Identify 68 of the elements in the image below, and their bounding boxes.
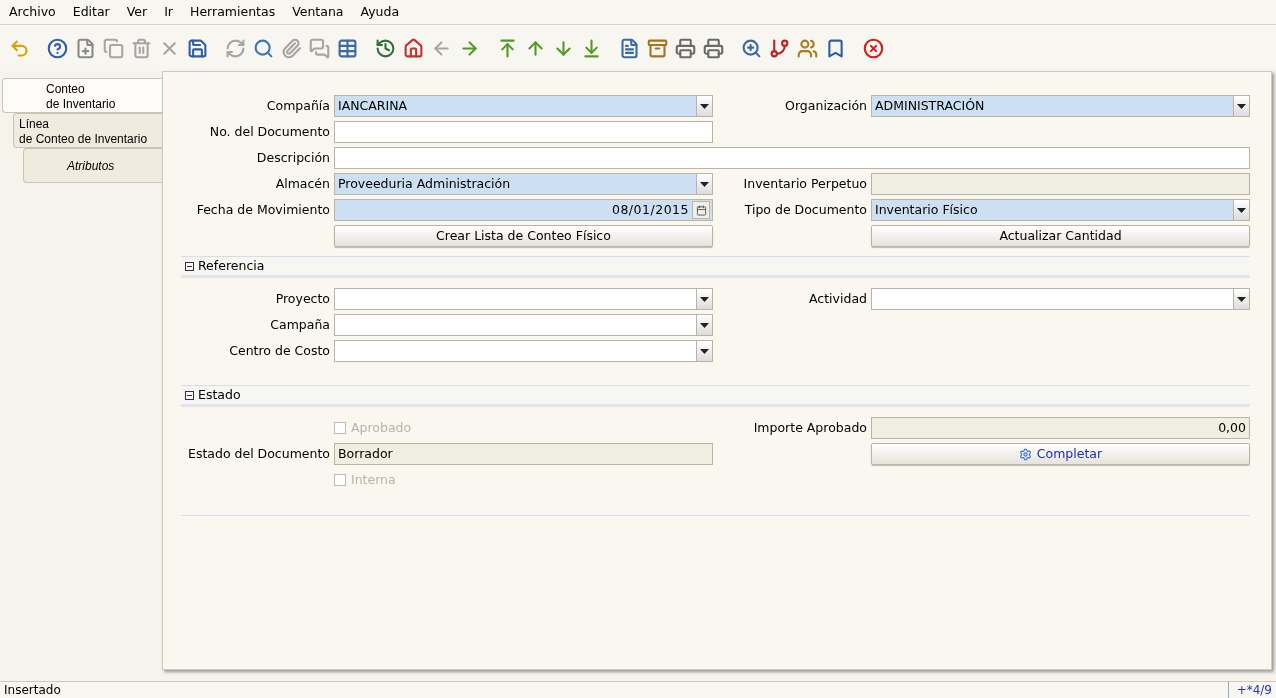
readonly-field: 0,00	[871, 417, 1250, 439]
close-icon[interactable]	[861, 36, 885, 60]
field-label: No. del Documento	[208, 122, 330, 141]
collapse-icon	[185, 390, 194, 400]
record-indicator: +*4/9	[1227, 681, 1276, 698]
caret-icon	[700, 322, 709, 328]
dropdown-button[interactable]	[1233, 289, 1249, 309]
collapse-icon	[185, 261, 194, 271]
dropdown-field[interactable]	[334, 288, 713, 310]
field-label: Inventario Perpetuo	[742, 174, 867, 193]
section-header[interactable]: Referencia	[181, 256, 1250, 278]
caret-icon	[1237, 207, 1246, 213]
caret-icon	[700, 348, 709, 354]
menu-item[interactable]: Archivo	[9, 2, 56, 22]
text-field[interactable]	[334, 121, 713, 143]
caret-icon	[1237, 103, 1246, 109]
caret-icon	[700, 103, 709, 109]
readonly-field: Borrador	[334, 443, 713, 465]
dropdown-button[interactable]	[696, 289, 712, 309]
dropdown-field[interactable]: ADMINISTRACIÓN	[871, 95, 1250, 117]
dropdown-field[interactable]: Proveeduria Administración	[334, 173, 713, 195]
field-label: Estado del Documento	[187, 444, 330, 463]
action-button[interactable]: Crear Lista de Conteo Físico	[334, 225, 713, 247]
dropdown-button[interactable]	[696, 96, 712, 116]
field-label: Organización	[784, 96, 867, 115]
dropdown-field[interactable]	[334, 314, 713, 336]
field-label: Fecha de Movimiento	[195, 200, 330, 219]
status-message: Insertado	[3, 682, 62, 698]
field-label: Proyecto	[274, 289, 330, 308]
menu-item[interactable]: Ver	[126, 2, 148, 22]
menu-item[interactable]: Ventana	[292, 2, 344, 22]
dropdown-field[interactable]: IANCARINA	[334, 95, 713, 117]
dropdown-field[interactable]: Inventario Físico	[871, 199, 1250, 221]
process-button[interactable]: Completar	[871, 443, 1250, 465]
date-field[interactable]: 08/01/2015	[334, 199, 713, 221]
menu-item[interactable]: Ir	[164, 2, 173, 22]
print-preview-icon[interactable]	[673, 36, 697, 60]
calendar-icon	[695, 204, 707, 216]
field-label: Campaña	[269, 315, 330, 334]
caret-icon	[700, 181, 709, 187]
dropdown-button[interactable]	[696, 315, 712, 335]
action-button[interactable]: Actualizar Cantidad	[871, 225, 1250, 247]
field-label: Importe Aprobado	[752, 418, 867, 437]
menu-item[interactable]: Editar	[72, 2, 110, 22]
dropdown-button[interactable]	[1233, 96, 1249, 116]
field-label: Tipo de Documento	[743, 200, 867, 219]
tab[interactable]: Línea de Conteo de Inventario	[13, 113, 162, 148]
dropdown-field[interactable]	[334, 340, 713, 362]
field-label: Compañía	[265, 96, 330, 115]
field-label: Actividad	[808, 289, 867, 308]
field-label: Centro de Costo	[228, 341, 330, 360]
tab[interactable]: Conteo de Inventario	[2, 78, 162, 113]
field-label: Almacén	[274, 174, 330, 193]
print-icon[interactable]	[701, 36, 725, 60]
gear-icon	[1018, 447, 1032, 461]
calendar-button[interactable]	[692, 201, 710, 219]
help-icon[interactable]	[45, 36, 69, 60]
text-field[interactable]	[334, 147, 1250, 169]
menu-item[interactable]: Ayuda	[360, 2, 400, 22]
dropdown-button[interactable]	[696, 174, 712, 194]
dropdown-button[interactable]	[696, 341, 712, 361]
dropdown-button[interactable]	[1233, 200, 1249, 220]
section-header[interactable]: Estado	[181, 385, 1250, 407]
dropdown-field[interactable]	[871, 288, 1250, 310]
caret-icon	[1237, 296, 1246, 302]
caret-icon	[700, 296, 709, 302]
menu-item[interactable]: Herramientas	[190, 2, 276, 22]
field-label: Descripción	[255, 148, 330, 167]
